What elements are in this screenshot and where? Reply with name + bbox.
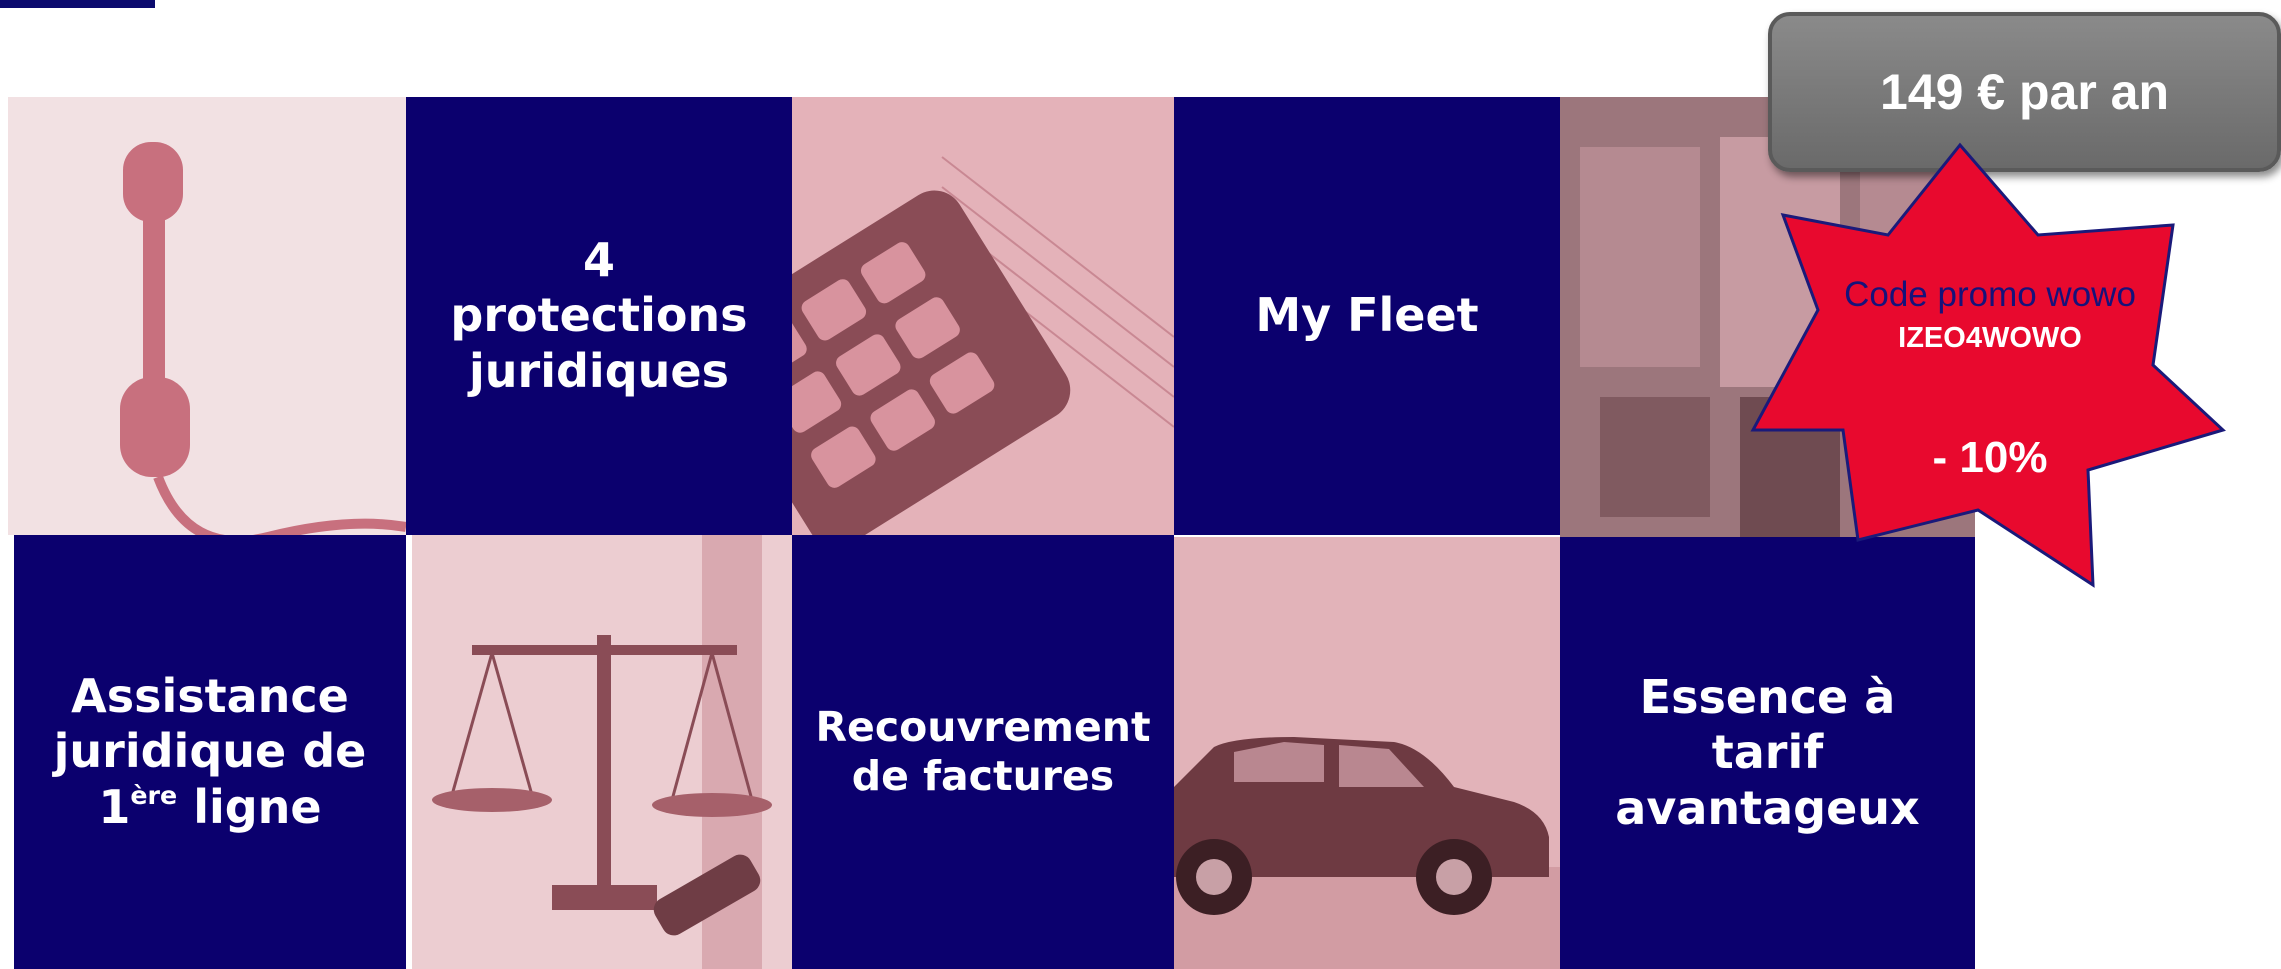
assistance-line3-prefix: 1 xyxy=(98,779,131,834)
car-icon xyxy=(1174,537,1560,969)
tile-essence-label: Essence à tarif avantageux xyxy=(1615,670,1920,835)
tile-protections-juridiques[interactable]: 4 protections juridiques xyxy=(406,97,792,535)
top-accent-bar xyxy=(0,0,155,8)
star-burst-icon xyxy=(1750,142,2226,588)
tile-recouvrement-factures[interactable]: Recouvrement de factures xyxy=(792,535,1174,969)
price-label: 149 € par an xyxy=(1879,64,2170,120)
tile-my-fleet-label: My Fleet xyxy=(1255,288,1479,343)
photo-calculator xyxy=(792,97,1174,535)
assistance-line3-suffix: ligne xyxy=(177,779,322,834)
telephone-icon xyxy=(120,142,406,535)
tile-recouvrement-label: Recouvrement de factures xyxy=(815,702,1151,800)
assistance-line3-sup: ère xyxy=(130,780,178,810)
tile-assistance-label: Assistance juridique de 1ère ligne xyxy=(54,669,367,835)
scales-of-justice-icon xyxy=(432,535,772,969)
tile-essence-tarif[interactable]: Essence à tarif avantageux xyxy=(1560,537,1975,969)
promo-star-badge xyxy=(1748,140,2228,600)
assistance-line1: Assistance xyxy=(71,669,349,724)
photo-scales xyxy=(412,535,792,969)
promo-code-value: IZEO4WOWO xyxy=(1898,322,2082,354)
tile-my-fleet[interactable]: My Fleet xyxy=(1174,97,1560,535)
calculator-icon xyxy=(792,97,1174,535)
photo-car xyxy=(1174,537,1560,969)
tile-protections-label: 4 protections juridiques xyxy=(450,233,748,398)
tile-assistance-juridique[interactable]: Assistance juridique de 1ère ligne xyxy=(14,535,406,969)
photo-telephone xyxy=(8,97,406,535)
assistance-line2: juridique de xyxy=(53,724,367,779)
promo-discount: - 10% xyxy=(1932,433,2048,482)
promo-code-label: Code promo wowo xyxy=(1844,275,2136,314)
